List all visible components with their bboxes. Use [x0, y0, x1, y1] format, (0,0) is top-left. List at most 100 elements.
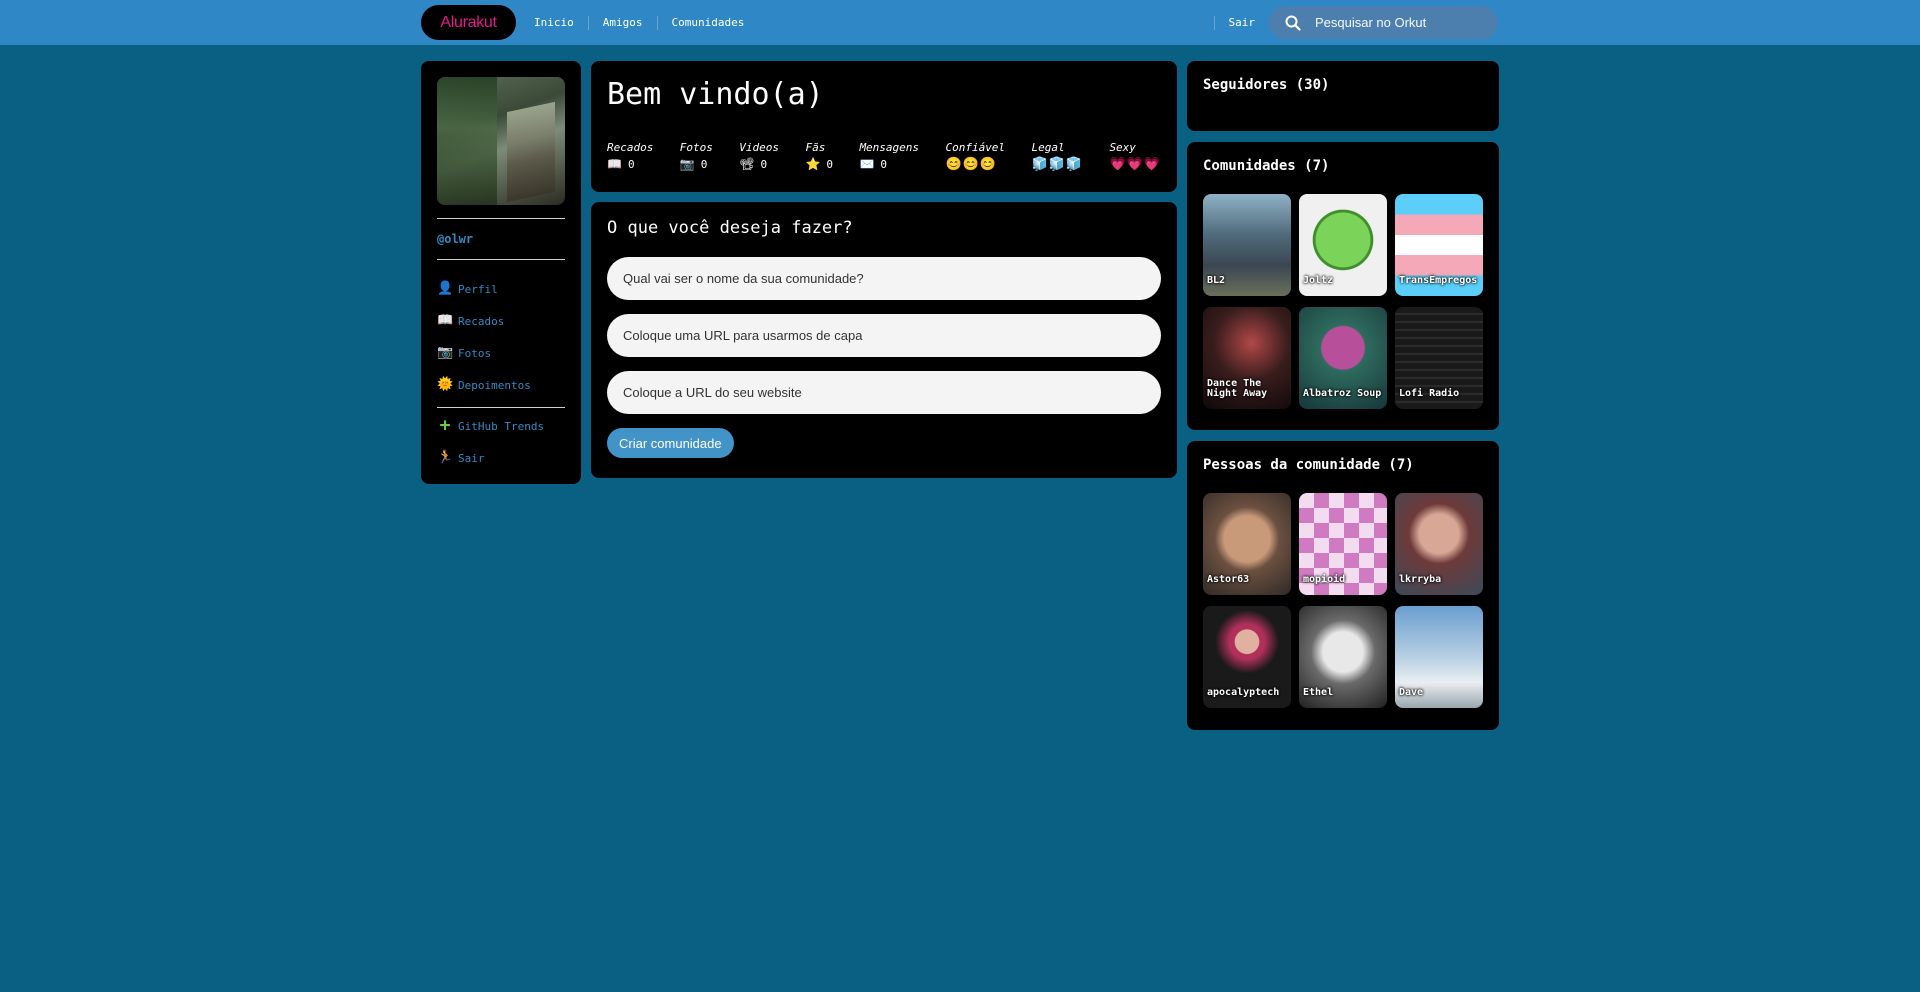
menu-label: Depoimentos — [458, 378, 531, 392]
divider — [437, 218, 565, 219]
profile-stats: Recados 📖 0 Fotos 📷 0 Videos 📽 0 Fãs ⭐ 0 Men… — [607, 141, 1161, 172]
menu-depoimentos[interactable]: 🌞 Depoimentos — [437, 369, 565, 401]
person-name: lkrryba — [1399, 574, 1442, 585]
stat-label: Recados — [607, 141, 654, 154]
communities-box: Comunidades (7) BL2 Joltz TransEmpregos … — [1187, 142, 1499, 430]
search-icon — [1285, 15, 1301, 31]
menu-label: Fotos — [458, 346, 492, 360]
heart-icon: 💗💗💗 — [1109, 157, 1161, 172]
star-icon: ⭐ — [805, 157, 821, 171]
community-name: TransEmpregos — [1399, 275, 1478, 286]
website-url-input[interactable] — [607, 371, 1161, 414]
stat-label: Sexy — [1109, 141, 1136, 154]
people-grid: Astor63 mopioid lkrryba apocalyptech Eth… — [1203, 493, 1483, 708]
stat-label: Fãs — [805, 141, 826, 154]
form-title: O que você deseja fazer? — [607, 218, 853, 238]
sun-icon: 🌞 — [437, 377, 454, 392]
community-tile[interactable]: Lofi Radio — [1395, 307, 1483, 409]
smile-icon: 😊😊😊 — [945, 157, 998, 172]
stat-mensagens: Mensagens ✉️ 0 — [859, 141, 919, 172]
search-input[interactable] — [1315, 15, 1485, 30]
profile-avatar[interactable] — [437, 77, 565, 205]
person-tile[interactable]: apocalyptech — [1203, 606, 1291, 708]
stat-legal: Legal 🧊🧊🧊 — [1031, 141, 1083, 172]
camera-icon: 📷 — [679, 157, 695, 171]
community-name-input[interactable] — [607, 257, 1161, 300]
person-tile[interactable]: Ethel — [1299, 606, 1387, 708]
person-tile[interactable]: lkrryba — [1395, 493, 1483, 595]
menu-recados[interactable]: 📖 Recados — [437, 305, 565, 337]
community-name: Dance The Night Away — [1207, 378, 1268, 399]
communities-grid: BL2 Joltz TransEmpregos Dance The Night … — [1203, 194, 1483, 409]
menu-sair[interactable]: 🏃 Sair — [437, 442, 565, 474]
book-icon: 📖 — [437, 313, 454, 328]
camera-icon: 📷 — [437, 345, 454, 360]
menu-label: Sair — [458, 451, 485, 465]
menu-github-trends[interactable]: + GitHub Trends — [437, 410, 565, 442]
followers-box: Seguidores (30) — [1187, 61, 1499, 131]
divider — [437, 407, 565, 408]
exit-icon: 🏃 — [437, 450, 454, 465]
cover-url-input[interactable] — [607, 314, 1161, 357]
stat-fotos: Fotos 📷 0 — [680, 141, 713, 172]
followers-title: Seguidores (30) — [1203, 77, 1330, 93]
top-bar: Alurakut Inicio Amigos Comunidades Sair — [0, 0, 1920, 45]
ice-cube-icon: 🧊🧊🧊 — [1031, 157, 1084, 172]
nav-inicio[interactable]: Inicio — [520, 16, 588, 30]
stat-label: Legal — [1031, 141, 1065, 154]
person-name: mopioid — [1303, 574, 1346, 585]
stat-sexy: Sexy 💗💗💗 — [1109, 141, 1161, 172]
stat-value: 0 — [700, 157, 708, 171]
menu-label: GitHub Trends — [458, 419, 545, 433]
community-name: Joltz — [1303, 275, 1334, 286]
stat-recados: Recados 📖 0 — [607, 141, 653, 172]
alurakut-logo[interactable]: Alurakut — [421, 5, 516, 40]
stat-label: Videos — [739, 141, 780, 154]
welcome-title: Bem vindo(a) — [607, 77, 824, 112]
community-name: Lofi Radio — [1399, 388, 1460, 399]
person-icon: 👤 — [437, 281, 454, 296]
person-tile[interactable]: Dave — [1395, 606, 1483, 708]
profile-sidebar: @olwr 👤 Perfil 📖 Recados 📷 Fotos 🌞 Depoi… — [421, 61, 581, 484]
community-tile[interactable]: Joltz — [1299, 194, 1387, 296]
create-community-button[interactable]: Criar comunidade — [607, 428, 734, 458]
book-icon: 📖 — [607, 157, 622, 171]
stat-fas: Fãs ⭐ 0 — [805, 141, 833, 172]
nav-amigos[interactable]: Amigos — [587, 15, 657, 30]
stat-label: Confiável — [945, 141, 1006, 154]
stat-label: Mensagens — [859, 141, 920, 154]
people-title: Pessoas da comunidade (7) — [1203, 457, 1414, 473]
stat-value: 0 — [826, 157, 834, 171]
stat-value: 0 — [760, 157, 768, 171]
stat-videos: Videos 📽 0 — [739, 141, 779, 172]
menu-perfil[interactable]: 👤 Perfil — [437, 273, 565, 305]
stat-label: Fotos — [679, 141, 713, 154]
nav-comunidades[interactable]: Comunidades — [656, 15, 759, 30]
create-community-form: O que você deseja fazer? Criar comunidad… — [591, 202, 1177, 478]
communities-title: Comunidades (7) — [1203, 158, 1330, 174]
people-box: Pessoas da comunidade (7) Astor63 mopioi… — [1187, 441, 1499, 730]
person-name: Dave — [1399, 687, 1424, 698]
person-name: apocalyptech — [1207, 687, 1280, 698]
community-tile[interactable]: TransEmpregos — [1395, 194, 1483, 296]
person-tile[interactable]: mopioid — [1299, 493, 1387, 595]
menu-label: Recados — [458, 314, 505, 328]
community-tile[interactable]: Dance The Night Away — [1203, 307, 1291, 409]
community-tile[interactable]: BL2 — [1203, 194, 1291, 296]
plus-icon: + — [439, 415, 451, 436]
menu-fotos[interactable]: 📷 Fotos — [437, 337, 565, 369]
divider — [437, 259, 565, 260]
welcome-box: Bem vindo(a) Recados 📖 0 Fotos 📷 0 Videos … — [591, 61, 1177, 192]
main-nav: Inicio Amigos Comunidades — [520, 15, 759, 30]
person-tile[interactable]: Astor63 — [1203, 493, 1291, 595]
community-tile[interactable]: Albatroz Soup — [1299, 307, 1387, 409]
stat-confiavel: Confiável 😊😊😊 — [945, 141, 1005, 172]
logout-link[interactable]: Sair — [1213, 15, 1270, 30]
menu-label: Perfil — [458, 282, 498, 296]
username-link[interactable]: @olwr — [437, 232, 565, 246]
person-name: Ethel — [1303, 687, 1334, 698]
stat-value: 0 — [880, 157, 888, 171]
mail-icon: ✉️ — [859, 157, 875, 171]
person-name: Astor63 — [1207, 574, 1250, 585]
search-box[interactable] — [1269, 6, 1498, 39]
